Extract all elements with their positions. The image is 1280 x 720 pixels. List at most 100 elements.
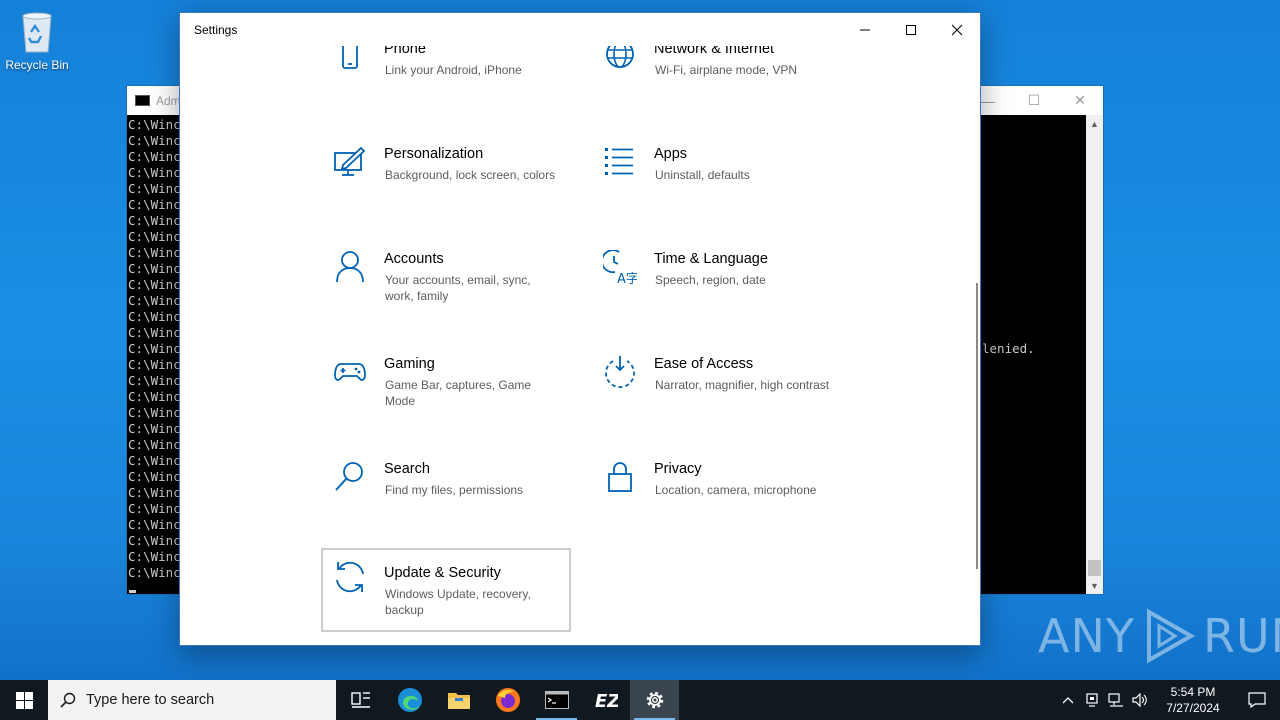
console-line: C:\Winc xyxy=(128,373,181,388)
lock-icon xyxy=(603,460,637,494)
console-line: C:\Winc xyxy=(128,453,181,468)
console-line: C:\Winc xyxy=(128,229,181,244)
taskbar-firefox[interactable] xyxy=(483,680,532,720)
tile-update-security[interactable]: Update & Security Windows Update, recove… xyxy=(321,548,571,632)
taskbar-edge[interactable] xyxy=(385,680,434,720)
taskbar-clock[interactable]: 5:54 PM 7/27/2024 xyxy=(1152,684,1234,716)
clock-date: 7/27/2024 xyxy=(1166,701,1220,715)
console-line: C:\Winc xyxy=(128,149,181,164)
tile-description: Speech, region, date xyxy=(655,273,766,287)
scroll-up-arrow-icon[interactable]: ▲ xyxy=(1086,115,1103,132)
tile-time-language[interactable]: A字 Time & Language Speech, region, date xyxy=(591,249,841,334)
volume-icon[interactable] xyxy=(1128,680,1152,720)
clock-time: 5:54 PM xyxy=(1170,685,1216,699)
tile-personalization[interactable]: Personalization Background, lock screen,… xyxy=(321,145,571,229)
console-scrollbar[interactable]: ▲ ▼ xyxy=(1086,115,1103,594)
console-line: C:\Winc xyxy=(128,133,181,148)
console-line: C:\Winc xyxy=(128,117,181,132)
search-icon xyxy=(333,460,367,494)
network-icon[interactable] xyxy=(1104,680,1128,720)
taskbar-file-explorer[interactable] xyxy=(434,680,483,720)
firefox-icon xyxy=(495,688,520,712)
tile-title: Accounts xyxy=(384,251,444,267)
tile-privacy[interactable]: Privacy Location, camera, microphone xyxy=(591,460,841,544)
settings-scrollbar[interactable] xyxy=(976,283,978,569)
phone-icon xyxy=(333,46,367,74)
gear-icon xyxy=(646,691,663,709)
tile-description: Background, lock screen, colors xyxy=(385,168,556,182)
tile-accounts[interactable]: Accounts Your accounts, email, sync, wor… xyxy=(321,250,571,334)
notification-icon xyxy=(1248,692,1266,708)
tile-gaming[interactable]: Gaming Game Bar, captures, Game Mode xyxy=(321,355,571,439)
tile-title: Phone xyxy=(384,46,426,57)
play-logo-icon xyxy=(1146,608,1196,664)
console-scroll-thumb[interactable] xyxy=(1088,560,1101,576)
task-view-button[interactable] xyxy=(336,680,385,720)
console-line: C:\Winc xyxy=(128,293,181,308)
taskbar-search-box[interactable]: Type here to search xyxy=(48,680,336,720)
watermark-text-left: ANY xyxy=(1038,609,1135,663)
console-cursor xyxy=(129,590,136,593)
tile-apps[interactable]: Apps Uninstall, defaults xyxy=(591,145,841,229)
tile-title: Personalization xyxy=(384,146,484,162)
console-app-icon xyxy=(135,95,150,106)
apps-icon xyxy=(603,145,637,179)
console-line: C:\Winc xyxy=(128,357,181,372)
maximize-button[interactable] xyxy=(888,13,934,46)
console-line: C:\Winc xyxy=(128,437,181,452)
console-line: C:\Winc xyxy=(128,405,181,420)
action-center-button[interactable] xyxy=(1234,680,1280,720)
person-icon xyxy=(333,250,367,284)
tile-phone[interactable]: Phone Link your Android, iPhone xyxy=(321,46,571,124)
console-line: C:\Winc xyxy=(128,325,181,340)
minimize-button[interactable] xyxy=(842,13,888,46)
system-tray: 5:54 PM 7/27/2024 xyxy=(1056,680,1280,720)
taskbar-command-prompt[interactable] xyxy=(532,680,581,720)
anyrun-watermark: ANY RUN xyxy=(1038,606,1280,666)
svg-text:EZ: EZ xyxy=(595,691,618,711)
tile-ease-of-access[interactable]: Ease of Access Narrator, magnifier, high… xyxy=(591,355,841,439)
tile-search[interactable]: Search Find my files, permissions xyxy=(321,460,571,544)
taskbar-settings[interactable] xyxy=(630,680,679,720)
console-close-button[interactable]: ✕ xyxy=(1057,86,1103,115)
windows-logo-icon xyxy=(15,691,33,709)
search-icon xyxy=(60,692,76,708)
console-line: C:\Winc xyxy=(128,533,181,548)
console-line: C:\Winc xyxy=(128,565,181,580)
console-line: C:\Winc xyxy=(128,485,181,500)
watermark-text-right: RUN xyxy=(1202,609,1280,663)
tile-title: Gaming xyxy=(384,356,435,372)
recycle-bin-label: Recycle Bin xyxy=(5,58,69,72)
taskbar-ez-tool[interactable]: EZ xyxy=(581,680,630,720)
tile-description: Find my files, permissions xyxy=(385,483,524,497)
svg-text:A字: A字 xyxy=(617,272,637,284)
settings-window[interactable]: Settings Phone Link your Android, iPhone xyxy=(179,12,981,646)
show-hidden-icons-chevron-icon[interactable] xyxy=(1056,680,1080,720)
console-line: C:\Winc xyxy=(128,421,181,436)
settings-titlebar[interactable]: Settings xyxy=(180,13,980,46)
console-title: Adm xyxy=(156,93,181,108)
close-button[interactable] xyxy=(934,13,980,46)
tile-title: Ease of Access xyxy=(654,356,754,372)
console-line: C:\Winc xyxy=(128,341,181,356)
start-button[interactable] xyxy=(0,680,48,720)
console-line: C:\Winc xyxy=(128,501,181,516)
tile-description: Uninstall, defaults xyxy=(655,168,750,182)
console-line: C:\Winc xyxy=(128,277,181,292)
tile-title: Update & Security xyxy=(384,565,501,581)
console-line: C:\Winc xyxy=(128,197,181,212)
scroll-down-arrow-icon[interactable]: ▼ xyxy=(1086,577,1103,594)
tile-description: Link your Android, iPhone xyxy=(385,63,522,77)
terminal-icon xyxy=(544,691,569,709)
tile-description: Your accounts, email, sync, work, family xyxy=(385,273,531,303)
settings-home-grid: Phone Link your Android, iPhone Network … xyxy=(180,46,980,645)
recycle-bin-shortcut[interactable]: Recycle Bin xyxy=(4,6,70,72)
console-line: C:\Winc xyxy=(128,245,181,260)
console-maximize-button[interactable]: ☐ xyxy=(1011,86,1057,115)
tile-title: Network & Internet xyxy=(654,46,775,57)
tile-description: Wi-Fi, airplane mode, VPN xyxy=(655,63,798,77)
console-line: C:\Winc xyxy=(128,517,181,532)
device-icon[interactable] xyxy=(1080,680,1104,720)
console-line: C:\Winc xyxy=(128,469,181,484)
tile-network-internet[interactable]: Network & Internet Wi-Fi, airplane mode,… xyxy=(591,46,841,124)
